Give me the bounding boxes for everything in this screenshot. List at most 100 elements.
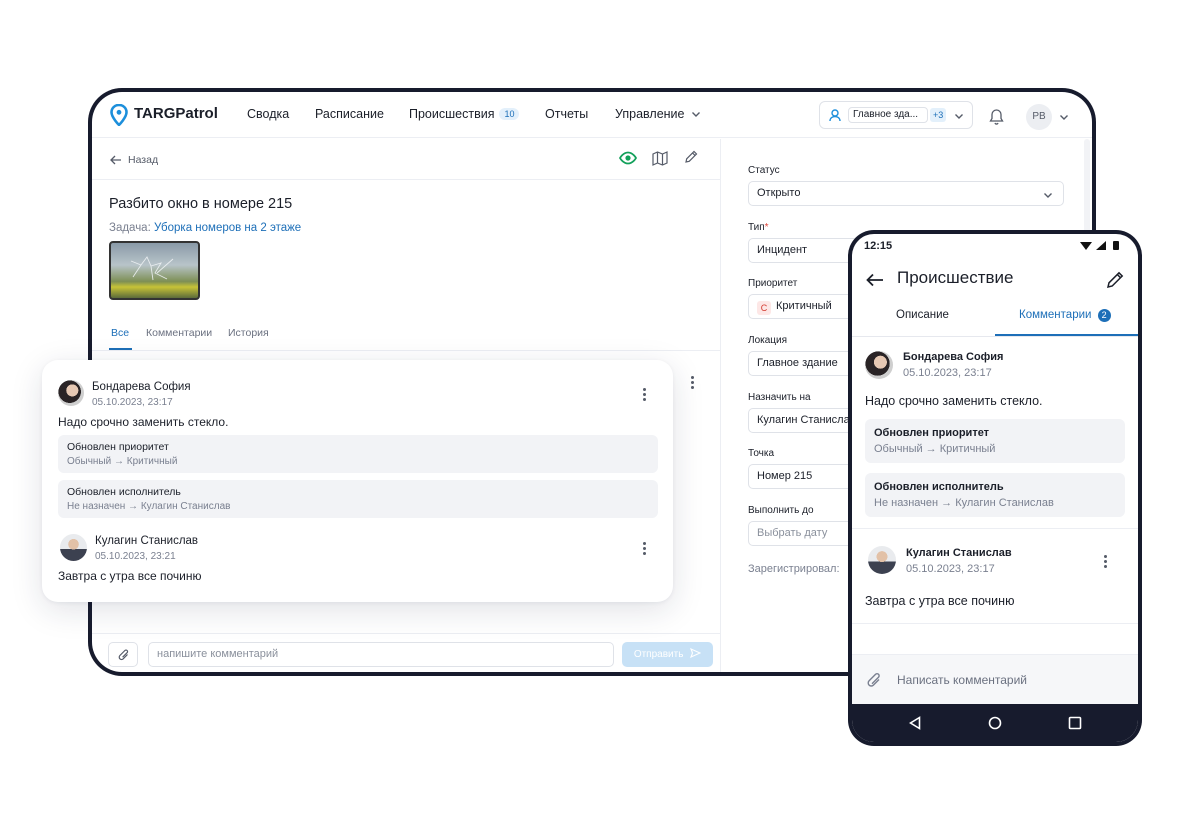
building-chip: Главное зда... <box>848 107 928 123</box>
pencil-icon[interactable] <box>1106 271 1124 289</box>
phone-screen: 12:15 Происшествие Описание Комментарии … <box>852 234 1138 742</box>
location-pin-logo-icon <box>110 104 128 126</box>
critical-priority-tag: C <box>757 301 771 315</box>
phone-comment-bar[interactable]: Написать комментарий <box>852 654 1138 704</box>
send-button-label: Отправить <box>633 649 684 660</box>
more-vertical-icon[interactable] <box>1104 555 1108 570</box>
incident-title: Разбито окно в номере 215 <box>109 196 293 212</box>
comment-text: Завтра с утра все починю <box>58 569 202 583</box>
divider <box>92 633 720 634</box>
update-title: Обновлен приоритет <box>67 441 169 453</box>
divider <box>852 336 1138 337</box>
nav-item-reports[interactable]: Отчеты <box>545 107 588 121</box>
comment-input[interactable]: напишите комментарий <box>148 642 614 667</box>
map-icon[interactable] <box>652 151 668 166</box>
avatar <box>868 546 896 574</box>
more-buildings-chip: +3 <box>930 108 947 122</box>
nav-item-incidents[interactable]: Происшествия 10 <box>409 107 520 121</box>
chevron-down-icon <box>691 112 700 117</box>
comment-author: Кулагин Станислав <box>95 535 199 547</box>
comment-date: 05.10.2023, 23:17 <box>92 397 173 408</box>
comment-author: Кулагин Станислав <box>906 547 1012 559</box>
task-line: Задача: Уборка номеров на 2 этаже <box>109 222 301 234</box>
status-bar-time: 12:15 <box>864 240 893 252</box>
paperclip-icon[interactable] <box>866 671 882 689</box>
update-title: Обновлен исполнитель <box>67 486 181 498</box>
tab-all[interactable]: Все <box>111 327 129 339</box>
building-selector[interactable]: Главное зда... +3 <box>819 101 973 129</box>
update-change: Не назначен → Кулагин Станислав <box>67 501 231 512</box>
comments-card: Бондарева София 05.10.2023, 23:17 Надо с… <box>42 360 673 602</box>
comment-text: Надо срочно заменить стекло. <box>58 415 229 429</box>
android-nav-bar <box>852 704 1138 742</box>
task-link[interactable]: Уборка номеров на 2 этаже <box>154 222 301 234</box>
user-avatar[interactable]: PB <box>1026 104 1052 130</box>
task-label: Задача: <box>109 222 151 234</box>
phone-tab-description[interactable]: Описание <box>896 309 949 321</box>
back-triangle-icon[interactable] <box>909 716 921 730</box>
home-circle-icon[interactable] <box>988 716 1002 730</box>
comment-author: Бондарева София <box>92 381 191 393</box>
building-group-icon <box>829 109 841 122</box>
due-date-label: Выполнить до <box>748 505 814 516</box>
arrow-left-icon[interactable] <box>866 273 884 287</box>
divider <box>852 528 1138 529</box>
bell-icon[interactable] <box>989 108 1004 125</box>
recents-square-icon[interactable] <box>1068 716 1082 730</box>
divider <box>852 623 1138 624</box>
chevron-down-icon <box>1044 193 1052 198</box>
nav-item-management[interactable]: Управление <box>615 107 701 121</box>
status-value: Открыто <box>757 187 801 199</box>
back-link[interactable]: Назад <box>128 154 158 166</box>
update-item: Обновлен исполнитель Не назначен → Кулаг… <box>865 473 1125 517</box>
nav-item-summary[interactable]: Сводка <box>247 107 289 121</box>
update-title: Обновлен приоритет <box>874 427 990 439</box>
divider <box>92 179 720 180</box>
required-mark: * <box>764 222 769 233</box>
nav-item-incidents-label: Происшествия <box>409 107 495 121</box>
avatar <box>58 380 84 406</box>
eye-icon[interactable] <box>619 151 637 165</box>
more-vertical-icon[interactable] <box>643 542 647 557</box>
incident-photo-thumbnail[interactable] <box>109 241 200 300</box>
status-select[interactable]: Открыто <box>748 181 1064 206</box>
panel-divider <box>720 139 721 672</box>
send-icon <box>690 647 702 659</box>
update-change: Не назначен → Кулагин Станислав <box>874 497 1054 509</box>
arrow-left-icon[interactable] <box>110 155 122 165</box>
phone-device-frame: 12:15 Происшествие Описание Комментарии … <box>848 230 1142 746</box>
avatar <box>865 351 893 379</box>
paperclip-icon <box>118 649 129 661</box>
comment-author: Бондарева София <box>903 351 1004 363</box>
chevron-down-icon[interactable] <box>1059 113 1069 121</box>
attach-button[interactable] <box>108 642 138 667</box>
comment-text: Завтра с утра все починю <box>865 594 1015 608</box>
divider <box>92 350 720 351</box>
phone-tab-comments[interactable]: Комментарии 2 <box>1019 309 1111 322</box>
send-button[interactable]: Отправить <box>622 642 713 667</box>
type-label: Тип* <box>748 222 769 233</box>
tab-history[interactable]: История <box>228 327 269 339</box>
location-label: Локация <box>748 335 788 346</box>
more-vertical-icon[interactable] <box>643 388 647 403</box>
tab-comments[interactable]: Комментарии <box>146 327 212 339</box>
brand-logo-text: TARGPatrol <box>134 105 218 122</box>
cracked-glass-image <box>130 256 174 281</box>
top-navigation: TARGPatrol Сводка Расписание Происшестви… <box>92 92 1092 138</box>
update-item: Обновлен приоритет Обычный → Критичный <box>58 435 658 473</box>
comment-text: Надо срочно заменить стекло. <box>865 394 1043 408</box>
update-change: Обычный → Критичный <box>874 443 996 455</box>
priority-label: Приоритет <box>748 278 798 289</box>
assignee-label: Назначить на <box>748 392 811 403</box>
comment-date: 05.10.2023, 23:21 <box>95 551 176 562</box>
incidents-count-badge: 10 <box>499 108 520 120</box>
nav-item-schedule[interactable]: Расписание <box>315 107 384 121</box>
update-change: Обычный → Критичный <box>67 456 178 467</box>
status-icons <box>1080 241 1119 250</box>
status-label: Статус <box>748 165 780 176</box>
pencil-icon[interactable] <box>684 150 698 164</box>
phone-comment-input[interactable]: Написать комментарий <box>897 673 1027 687</box>
phone-tab-comments-label: Комментарии <box>1019 309 1092 321</box>
chevron-down-icon <box>955 114 963 119</box>
more-vertical-icon[interactable] <box>691 376 695 391</box>
